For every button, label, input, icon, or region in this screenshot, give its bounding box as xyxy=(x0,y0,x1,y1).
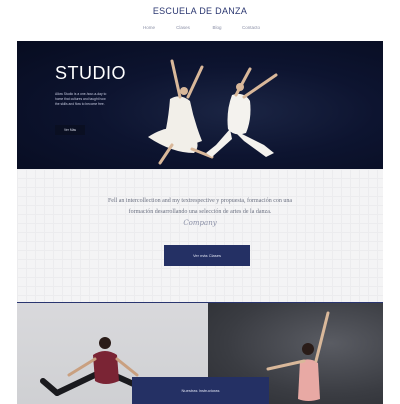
intro-text-line-2: formación desarrollando una selección de… xyxy=(128,209,272,215)
nav-item-home[interactable]: Home xyxy=(132,25,166,30)
hero-title: STUDIO xyxy=(55,63,127,83)
classes-button[interactable]: Ver más Clases xyxy=(164,245,250,266)
hero-description: Allow Studio is a one-hour-a-day to home… xyxy=(55,92,107,106)
nav-item-contacto[interactable]: Contacto xyxy=(234,25,268,30)
dancers-image xyxy=(148,59,278,165)
nav-item-blog[interactable]: Blog xyxy=(200,25,234,30)
intro-text: Fell an intercollection and my textrespe… xyxy=(17,196,383,218)
nav-item-clases[interactable]: Clases xyxy=(166,25,200,30)
instructors-button[interactable]: Nuestras Instructoras xyxy=(132,377,269,404)
main-nav: Home Clases Blog Contacto xyxy=(0,25,400,30)
signature: Company xyxy=(183,219,217,227)
intro-text-line-1: Fell an intercollection and my textrespe… xyxy=(107,198,293,204)
brand-logo[interactable]: ESCUELA DE DANZA xyxy=(0,6,400,16)
hero-banner: STUDIO Allow Studio is a one-hour-a-day … xyxy=(17,41,383,169)
intro-section: Fell an intercollection and my textrespe… xyxy=(17,169,383,302)
hero-more-button[interactable]: Ver Más xyxy=(55,125,85,135)
instructors-gallery: Nuestras Instructoras xyxy=(17,302,383,404)
site-header: ESCUELA DE DANZA Home Clases Blog Contac… xyxy=(0,0,400,40)
